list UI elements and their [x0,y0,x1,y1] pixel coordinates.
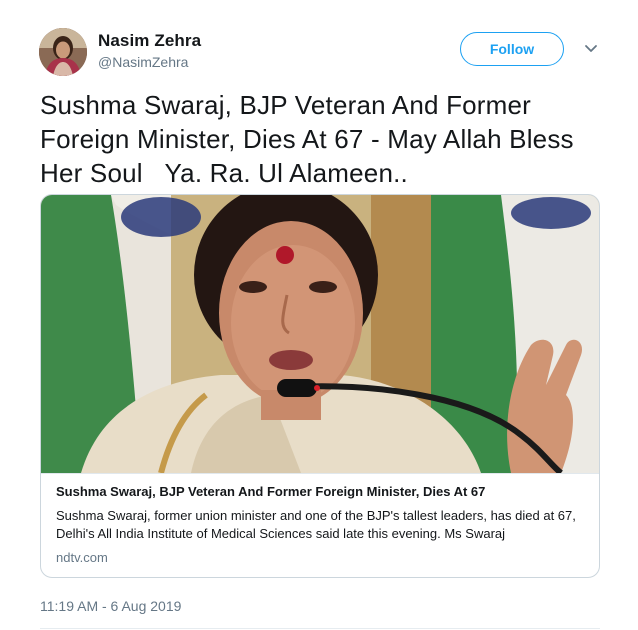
card-domain[interactable]: ndtv.com [56,550,108,565]
tweet: Nasim Zehra @NasimZehra Follow Sushma Sw… [0,0,638,630]
tweet-text: Sushma Swaraj, BJP Veteran And Former Fo… [40,90,582,188]
tweet-timestamp[interactable]: 11:19 AM - 6 Aug 2019 [40,598,181,614]
link-card[interactable]: Sushma Swaraj, BJP Veteran And Former Fo… [40,194,600,578]
profile-photo [39,28,87,76]
news-photo[interactable] [41,195,599,473]
author-handle[interactable]: @NasimZehra [98,54,188,70]
author-display-name[interactable]: Nasim Zehra [98,31,201,51]
card-title[interactable]: Sushma Swaraj, BJP Veteran And Former Fo… [56,484,586,499]
follow-button[interactable]: Follow [460,32,564,66]
divider [40,628,600,629]
avatar[interactable] [39,28,87,76]
card-description: Sushma Swaraj, former union minister and… [56,508,576,541]
chevron-down-icon[interactable] [582,42,600,56]
card-body[interactable]: Sushma Swaraj, BJP Veteran And Former Fo… [41,473,599,565]
